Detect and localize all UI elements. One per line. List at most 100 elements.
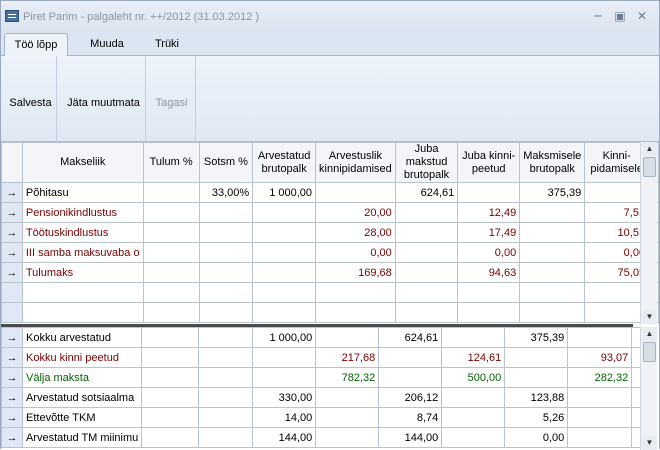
table-cell[interactable] <box>252 222 317 243</box>
table-cell[interactable] <box>315 407 380 428</box>
title-bar[interactable]: Piret Parim - palgaleht nr. ++/2012 (31.… <box>1 1 659 31</box>
table-cell[interactable]: 217,68 <box>315 347 380 368</box>
empty-cell[interactable] <box>252 302 317 323</box>
row-label-cell[interactable]: Põhitasu <box>21 182 144 203</box>
table-cell[interactable] <box>315 427 380 448</box>
bottom-grid-scrollbar[interactable]: ▲ ▼ <box>640 327 657 450</box>
table-cell[interactable]: 782,32 <box>315 367 380 388</box>
row-label-cell[interactable]: III samba maksuvaba o <box>21 242 144 263</box>
top-grid-scrollbar[interactable]: ▲ ▼ <box>640 142 657 324</box>
scroll-thumb[interactable] <box>643 342 656 362</box>
back-button[interactable]: Tagasi <box>148 56 196 142</box>
table-cell[interactable] <box>378 347 443 368</box>
row-label-cell[interactable]: Ettevõtte TKM <box>21 407 143 428</box>
row-label-cell[interactable]: Välja maksta <box>21 367 143 388</box>
tab-too-lopp[interactable]: Töö lõpp <box>4 33 68 57</box>
row-label-cell[interactable]: Arvestatud sotsiaalma <box>21 387 143 408</box>
table-row[interactable]: → Kokku kinni peetud 217,68 124,61 93,07 <box>1 347 643 368</box>
table-cell[interactable]: 12,49 <box>457 202 521 223</box>
table-cell[interactable] <box>519 202 586 223</box>
row-arrow-icon[interactable]: → <box>1 182 23 203</box>
table-cell[interactable]: 624,61 <box>394 182 459 203</box>
empty-cell[interactable] <box>198 302 254 323</box>
table-cell[interactable]: 0,00 <box>457 242 521 263</box>
table-cell[interactable]: 14,00 <box>252 407 317 428</box>
table-cell[interactable]: 169,68 <box>315 262 396 283</box>
table-cell[interactable]: 7,51 <box>584 202 650 223</box>
table-cell[interactable]: 17,49 <box>457 222 521 243</box>
scroll-up-arrow-icon[interactable]: ▲ <box>642 142 657 156</box>
empty-cell[interactable] <box>21 282 144 303</box>
table-cell[interactable] <box>584 182 650 203</box>
table-row[interactable]: → Tulumaks 169,68 94,63 75,05 <box>1 262 659 283</box>
table-cell[interactable]: 624,61 <box>378 327 443 348</box>
empty-cell[interactable] <box>315 302 396 323</box>
table-cell[interactable] <box>252 367 317 388</box>
column-header[interactable]: Makseliik <box>21 142 144 183</box>
table-cell[interactable] <box>457 182 521 203</box>
column-header[interactable]: Juba makstud brutopalk <box>394 142 459 183</box>
table-cell[interactable] <box>252 262 317 283</box>
table-cell[interactable] <box>315 327 380 348</box>
row-arrow-icon[interactable]: → <box>1 262 23 283</box>
row-indicator[interactable] <box>1 282 23 303</box>
table-cell[interactable] <box>567 387 633 408</box>
table-row[interactable]: → III samba maksuvaba o 0,00 0,00 0,00 <box>1 242 659 263</box>
table-row[interactable]: → Pensionikindlustus 20,00 12,49 7,51 <box>1 202 659 223</box>
table-cell[interactable] <box>394 202 459 223</box>
table-cell[interactable] <box>252 347 317 368</box>
table-cell[interactable] <box>198 427 254 448</box>
table-cell[interactable] <box>198 367 254 388</box>
close-button[interactable]: ✕ <box>633 8 651 24</box>
table-cell[interactable] <box>141 367 200 388</box>
empty-cell[interactable] <box>142 282 200 303</box>
table-cell[interactable] <box>519 262 586 283</box>
table-cell[interactable]: 500,00 <box>441 367 506 388</box>
row-arrow-icon[interactable]: → <box>1 347 23 368</box>
table-cell[interactable] <box>198 407 254 428</box>
table-cell[interactable] <box>567 427 633 448</box>
empty-cell[interactable] <box>394 282 459 303</box>
scroll-up-arrow-icon[interactable]: ▲ <box>642 327 657 341</box>
scroll-down-arrow-icon[interactable]: ▼ <box>642 436 657 450</box>
empty-row[interactable] <box>1 282 659 303</box>
column-header[interactable]: Juba kinni-peetud <box>457 142 521 183</box>
table-cell[interactable] <box>142 242 200 263</box>
empty-cell[interactable] <box>457 282 521 303</box>
table-cell[interactable] <box>441 407 506 428</box>
table-cell[interactable] <box>142 182 200 203</box>
table-cell[interactable] <box>441 387 506 408</box>
row-arrow-icon[interactable]: → <box>1 427 23 448</box>
table-cell[interactable]: 1 000,00 <box>252 182 317 203</box>
table-cell[interactable]: 144,00 <box>378 427 443 448</box>
table-cell[interactable]: 10,51 <box>584 222 650 243</box>
table-cell[interactable]: 1 000,00 <box>252 327 317 348</box>
table-cell[interactable]: 206,12 <box>378 387 443 408</box>
table-cell[interactable] <box>252 202 317 223</box>
empty-cell[interactable] <box>142 302 200 323</box>
minimize-button[interactable]: ─ <box>589 8 607 24</box>
table-cell[interactable]: 94,63 <box>457 262 521 283</box>
table-cell[interactable]: 33,00% <box>198 182 254 203</box>
table-cell[interactable]: 124,61 <box>441 347 506 368</box>
column-header[interactable]: Sotsm % <box>198 142 254 183</box>
table-cell[interactable] <box>252 242 317 263</box>
table-cell[interactable] <box>441 327 506 348</box>
table-row[interactable]: → Arvestatud sotsiaalma 330,00 206,12 123,88 <box>1 387 643 408</box>
table-cell[interactable] <box>142 202 200 223</box>
row-indicator[interactable] <box>1 302 23 323</box>
table-cell[interactable] <box>394 222 459 243</box>
table-cell[interactable]: 330,00 <box>252 387 317 408</box>
row-label-cell[interactable]: Töötuskindlustus <box>21 222 144 243</box>
table-cell[interactable] <box>141 347 200 368</box>
row-arrow-icon[interactable]: → <box>1 222 23 243</box>
table-row[interactable]: → Põhitasu 33,00% 1 000,00 624,61 375,39 <box>1 182 659 203</box>
table-cell[interactable] <box>504 367 569 388</box>
table-cell[interactable]: 20,00 <box>315 202 396 223</box>
empty-cell[interactable] <box>584 302 650 323</box>
table-cell[interactable]: 5,26 <box>504 407 569 428</box>
table-cell[interactable]: 282,32 <box>567 367 633 388</box>
restore-button[interactable]: ▣ <box>611 8 629 24</box>
table-cell[interactable] <box>141 427 200 448</box>
table-cell[interactable] <box>504 347 569 368</box>
